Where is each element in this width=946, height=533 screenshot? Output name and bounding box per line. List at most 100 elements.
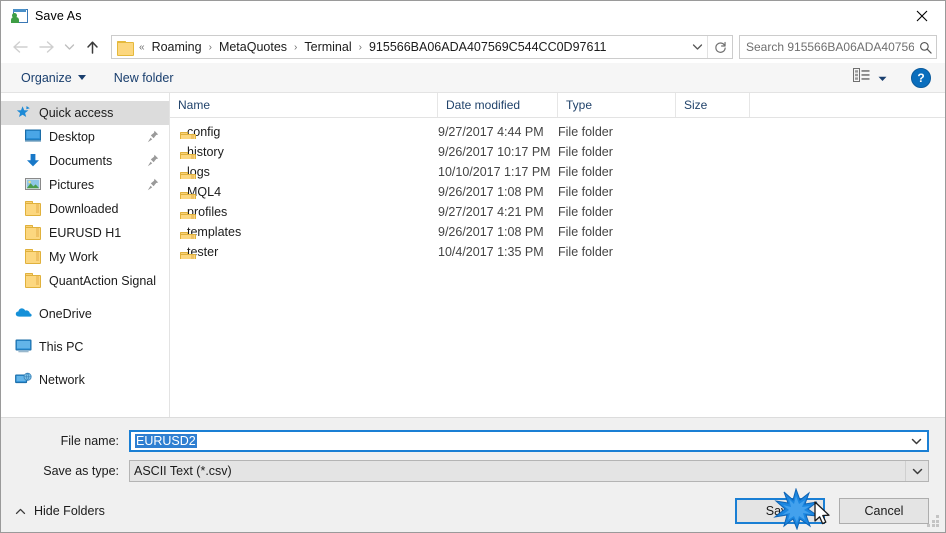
column-header-label: Name: [178, 98, 211, 112]
onedrive-icon: [15, 306, 33, 322]
chevron-down-icon: [692, 44, 702, 50]
sidebar-item-label: This PC: [39, 340, 84, 354]
file-type: File folder: [558, 185, 613, 199]
filetype-dropdown-button[interactable]: [905, 461, 928, 481]
sidebar-item-this-pc[interactable]: This PC: [1, 335, 169, 359]
hide-folders-button[interactable]: Hide Folders: [15, 504, 105, 518]
chevron-down-icon: [912, 468, 922, 474]
column-header-size[interactable]: Size: [676, 93, 750, 117]
dialog-body: Quick access Desktop Documents Pictures …: [1, 93, 945, 417]
refresh-button[interactable]: [707, 36, 732, 58]
column-header-label: Date modified: [446, 98, 521, 112]
this-pc-icon: [15, 339, 33, 355]
sidebar-item-pictures[interactable]: Pictures: [1, 173, 169, 197]
cancel-label: Cancel: [864, 504, 904, 518]
sidebar-item-label: QuantAction Signal: [49, 274, 157, 288]
file-type: File folder: [558, 165, 613, 179]
sidebar-item-label: Downloaded: [49, 202, 119, 216]
organize-button[interactable]: Organize: [15, 68, 92, 88]
title-bar: Save As: [1, 1, 945, 31]
folder-icon: [25, 273, 43, 289]
file-list-pane: Name Date modified Type Size config 9/27…: [170, 93, 945, 417]
pin-icon[interactable]: [147, 154, 159, 167]
table-row[interactable]: history 9/26/2017 10:17 PM File folder: [170, 142, 945, 162]
table-row[interactable]: config 9/27/2017 4:44 PM File folder: [170, 122, 945, 142]
save-as-dialog: Save As « Roaming › MetaQuotes › Termina…: [0, 0, 946, 533]
help-icon[interactable]: ?: [911, 67, 931, 88]
search-box[interactable]: Search 915566BA06ADA40756...: [739, 35, 937, 59]
table-row[interactable]: profiles 9/27/2017 4:21 PM File folder: [170, 202, 945, 222]
sidebar-item-eurusd-h1[interactable]: EURUSD H1: [1, 221, 169, 245]
column-header-row: Name Date modified Type Size: [170, 93, 945, 118]
sidebar-item-label: Pictures: [49, 178, 95, 192]
filename-dropdown-button[interactable]: [905, 432, 927, 450]
sidebar-item-label: Quick access: [39, 106, 114, 120]
filetype-row: Save as type: ASCII Text (*.csv): [17, 460, 929, 482]
sidebar-item-label: My Work: [49, 250, 99, 264]
file-list: config 9/27/2017 4:44 PM File folder his…: [170, 118, 945, 417]
sidebar-item-my-work[interactable]: My Work: [1, 245, 169, 269]
sidebar-item-desktop[interactable]: Desktop: [1, 125, 169, 149]
folder-icon: [117, 40, 134, 56]
save-form: File name: EURUSD2 Save as type: ASCII T…: [1, 417, 945, 490]
sidebar-item-network[interactable]: Network: [1, 368, 169, 392]
breadcrumb-overflow[interactable]: «: [135, 42, 149, 53]
table-row[interactable]: templates 9/26/2017 1:08 PM File folder: [170, 222, 945, 242]
recent-locations-button[interactable]: [59, 34, 79, 60]
new-folder-button[interactable]: New folder: [108, 68, 180, 88]
breadcrumb-item-metaquotes[interactable]: MetaQuotes: [216, 40, 290, 54]
help-label: ?: [917, 70, 925, 85]
navigation-pane: Quick access Desktop Documents Pictures …: [1, 93, 170, 417]
save-label: Save: [765, 504, 795, 518]
breadcrumb-item-terminal[interactable]: Terminal: [301, 40, 354, 54]
search-input[interactable]: Search 915566BA06ADA40756...: [740, 40, 914, 54]
resize-grip-icon[interactable]: [927, 515, 940, 528]
new-folder-label: New folder: [113, 70, 174, 85]
file-date: 9/26/2017 1:08 PM: [438, 225, 544, 239]
sidebar-item-documents[interactable]: Documents: [1, 149, 169, 173]
table-row[interactable]: MQL4 9/26/2017 1:08 PM File folder: [170, 182, 945, 202]
file-type: File folder: [558, 125, 613, 139]
table-row[interactable]: logs 10/10/2017 1:17 PM File folder: [170, 162, 945, 182]
sidebar-item-onedrive[interactable]: OneDrive: [1, 302, 169, 326]
close-icon: [916, 10, 928, 22]
pictures-icon: [25, 177, 43, 193]
folder-icon: [25, 249, 43, 265]
column-header-name[interactable]: Name: [170, 93, 438, 117]
address-bar[interactable]: « Roaming › MetaQuotes › Terminal › 9155…: [111, 35, 733, 59]
breadcrumb-item-current-folder[interactable]: 915566BA06ADA407569C544CC0D97611: [366, 40, 609, 54]
table-row[interactable]: tester 10/4/2017 1:35 PM File folder: [170, 242, 945, 262]
column-header-date-modified[interactable]: Date modified: [438, 93, 558, 117]
close-button[interactable]: [899, 1, 945, 31]
pin-icon[interactable]: [147, 178, 159, 191]
breadcrumb-item-roaming[interactable]: Roaming: [149, 40, 205, 54]
pin-icon[interactable]: [147, 130, 159, 143]
column-header-type[interactable]: Type: [558, 93, 676, 117]
sidebar-item-quick-access[interactable]: Quick access: [1, 101, 169, 125]
filetype-combobox[interactable]: ASCII Text (*.csv): [129, 460, 929, 482]
folder-icon: [25, 225, 43, 241]
filename-input[interactable]: EURUSD2: [131, 434, 905, 448]
column-header-label: Size: [684, 98, 708, 112]
navigation-bar: « Roaming › MetaQuotes › Terminal › 9155…: [1, 31, 945, 63]
file-type: File folder: [558, 145, 613, 159]
folder-icon: [25, 201, 43, 217]
cancel-button[interactable]: Cancel: [839, 498, 929, 524]
sidebar-item-quantaction-signal[interactable]: QuantAction Signal: [1, 269, 169, 293]
back-button[interactable]: [7, 34, 33, 60]
sidebar-item-label: EURUSD H1: [49, 226, 122, 240]
forward-button[interactable]: [33, 34, 59, 60]
save-button[interactable]: Save: [735, 498, 825, 524]
file-date: 9/26/2017 1:08 PM: [438, 185, 544, 199]
breadcrumb-separator: ›: [358, 41, 362, 53]
filetype-label: Save as type:: [43, 464, 119, 478]
sidebar-item-label: Documents: [49, 154, 113, 168]
view-mode-button[interactable]: [849, 66, 891, 89]
view-mode-chevron-down-icon[interactable]: [878, 69, 887, 87]
sidebar-item-downloaded[interactable]: Downloaded: [1, 197, 169, 221]
hide-folders-label: Hide Folders: [34, 504, 105, 518]
address-dropdown-button[interactable]: [687, 36, 707, 58]
filename-combobox[interactable]: EURUSD2: [129, 430, 929, 452]
window-title: Save As: [35, 9, 82, 23]
up-button[interactable]: [79, 34, 105, 60]
